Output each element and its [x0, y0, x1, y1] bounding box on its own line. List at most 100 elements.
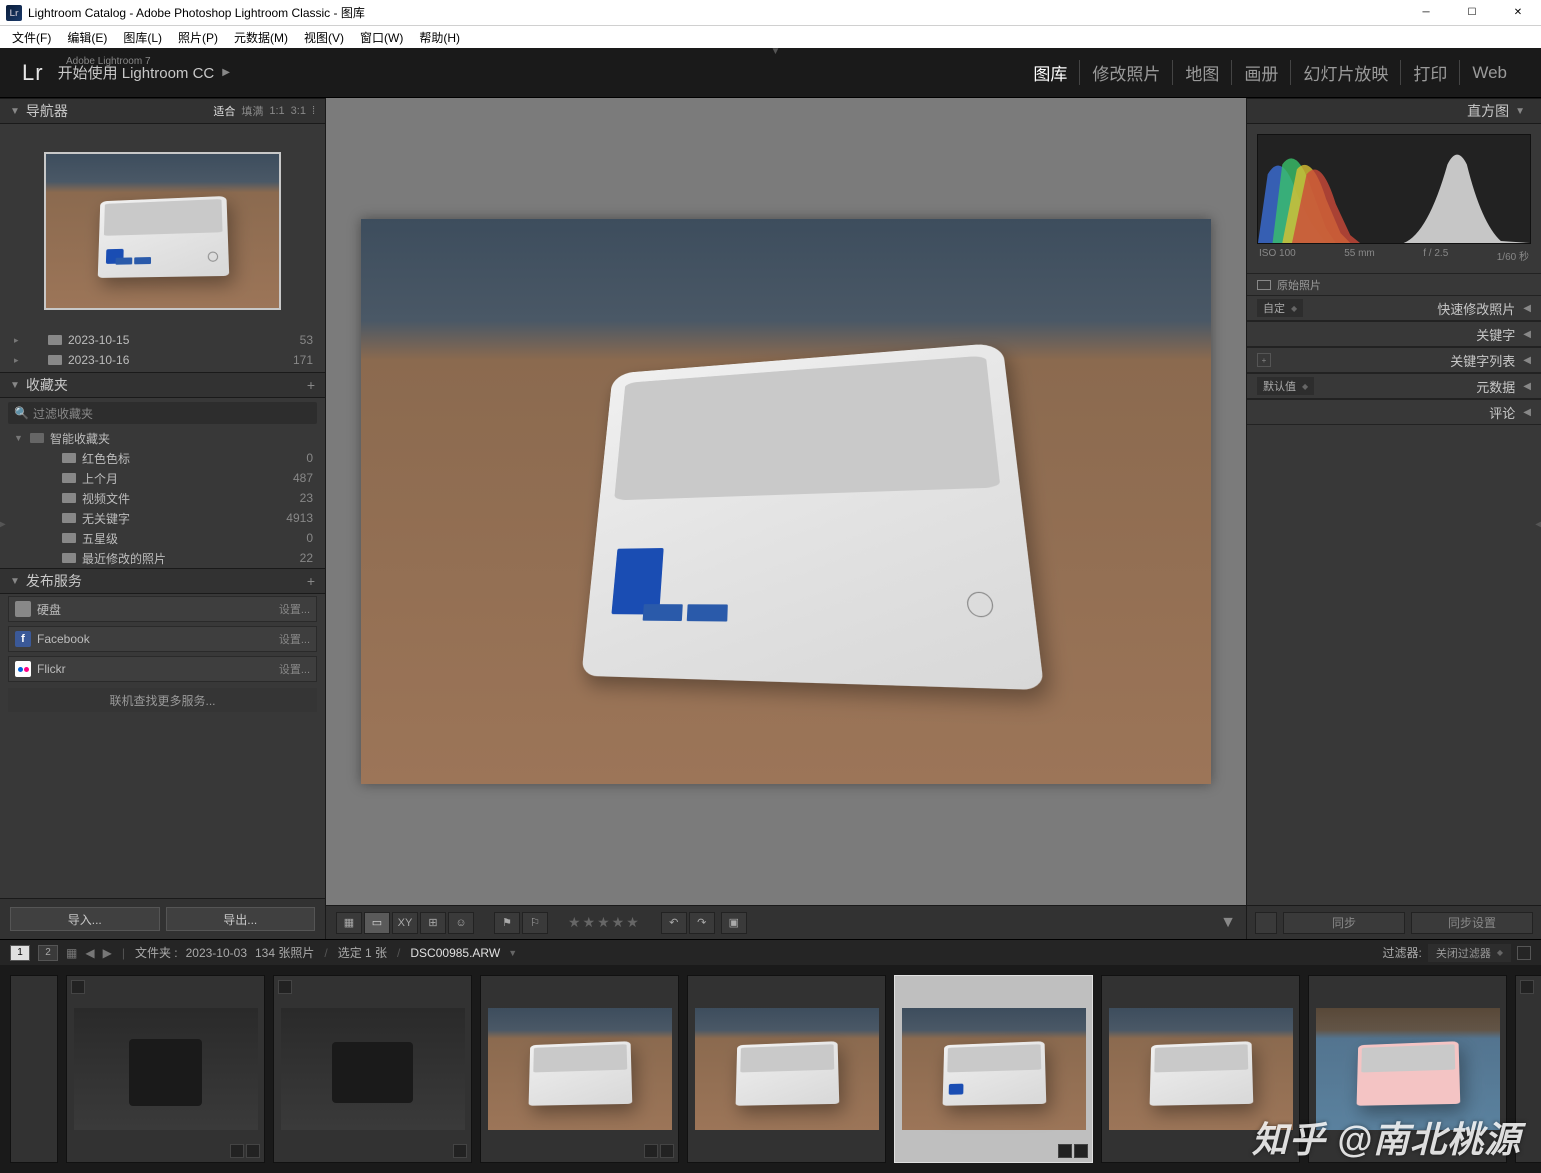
- main-photo[interactable]: [361, 219, 1211, 784]
- sync-settings-button[interactable]: 同步设置: [1411, 912, 1533, 934]
- add-collection-icon[interactable]: +: [307, 377, 315, 393]
- histo-iso: ISO 100: [1259, 248, 1296, 263]
- histogram-display[interactable]: [1257, 134, 1531, 244]
- folder-row[interactable]: ▸2023-10-16171: [0, 350, 325, 370]
- sync-button[interactable]: 同步: [1283, 912, 1405, 934]
- prev-button[interactable]: ◀: [85, 946, 94, 960]
- menu-help[interactable]: 帮助(H): [411, 27, 468, 48]
- filter-dropdown[interactable]: 关闭过滤器◆: [1428, 944, 1511, 962]
- menu-photo[interactable]: 照片(P): [170, 27, 226, 48]
- zoom-fill[interactable]: 填满: [241, 103, 263, 119]
- publish-service-hdd[interactable]: 硬盘设置...: [8, 596, 317, 622]
- smart-collections-row[interactable]: ▼智能收藏夹: [0, 428, 325, 448]
- module-develop[interactable]: 修改照片: [1080, 60, 1173, 85]
- folder-icon: [48, 335, 62, 345]
- grid-mini-icon[interactable]: ▦: [66, 946, 77, 960]
- folder-label: 2023-10-15: [68, 333, 129, 347]
- grid-view-button[interactable]: ▦: [336, 912, 362, 934]
- keywording-panel[interactable]: 关键字◀: [1247, 321, 1541, 347]
- keyword-list-panel[interactable]: +关键字列表◀: [1247, 347, 1541, 373]
- menu-library[interactable]: 图库(L): [115, 27, 170, 48]
- collection-row[interactable]: 视频文件23: [0, 488, 325, 508]
- people-view-button[interactable]: ☺: [448, 912, 474, 934]
- quick-develop-panel[interactable]: 自定◆快速修改照片◀: [1247, 295, 1541, 321]
- zoom-fit[interactable]: 适合: [213, 103, 235, 119]
- publish-setup-link[interactable]: 设置...: [279, 631, 310, 647]
- menu-metadata[interactable]: 元数据(M): [226, 27, 296, 48]
- filmstrip-thumb-selected[interactable]: [894, 975, 1093, 1163]
- menu-edit[interactable]: 编辑(E): [59, 27, 115, 48]
- monitor-1-button[interactable]: 1: [10, 945, 30, 961]
- monitor-2-button[interactable]: 2: [38, 945, 58, 961]
- survey-view-button[interactable]: ⊞: [420, 912, 446, 934]
- menu-view[interactable]: 视图(V): [296, 27, 352, 48]
- histogram-header[interactable]: 直方图 ▼: [1247, 98, 1541, 124]
- publish-setup-link[interactable]: 设置...: [279, 601, 310, 617]
- path-name[interactable]: 2023-10-03: [186, 946, 247, 960]
- folder-label: 2023-10-16: [68, 353, 129, 367]
- smart-icon: [62, 533, 76, 543]
- publish-setup-link[interactable]: 设置...: [279, 661, 310, 677]
- collections-header[interactable]: ▼ 收藏夹 +: [0, 372, 325, 398]
- filmstrip[interactable]: ▲ 知乎 @南北桃源: [0, 965, 1541, 1173]
- plus-icon[interactable]: +: [1257, 353, 1271, 367]
- slideshow-button[interactable]: ▣: [721, 912, 747, 934]
- collapse-right-icon[interactable]: ◀: [1535, 519, 1541, 530]
- current-filename[interactable]: DSC00985.ARW: [410, 946, 500, 960]
- folder-row[interactable]: ▸2023-10-1553: [0, 330, 325, 350]
- module-print[interactable]: 打印: [1401, 60, 1460, 85]
- metadata-panel[interactable]: 默认值◆元数据◀: [1247, 373, 1541, 399]
- collection-row[interactable]: 红色色标0: [0, 448, 325, 468]
- collection-row[interactable]: 无关键字4913: [0, 508, 325, 528]
- menu-window[interactable]: 窗口(W): [352, 27, 411, 48]
- search-icon: 🔍: [14, 406, 29, 420]
- module-slideshow[interactable]: 幻灯片放映: [1291, 60, 1401, 85]
- find-more-services-link[interactable]: 联机查找更多服务...: [8, 688, 317, 712]
- publish-header[interactable]: ▼ 发布服务 +: [0, 568, 325, 594]
- import-button[interactable]: 导入...: [10, 907, 160, 931]
- filmstrip-thumb[interactable]: [480, 975, 679, 1163]
- collection-row[interactable]: 五星级0: [0, 528, 325, 548]
- star-rating[interactable]: ★★★★★: [568, 914, 641, 931]
- flag-reject-button[interactable]: ⚐: [522, 912, 548, 934]
- filmstrip-thumb[interactable]: [273, 975, 472, 1163]
- collapse-left-icon[interactable]: ▶: [0, 519, 6, 530]
- compare-view-button[interactable]: XY: [392, 912, 418, 934]
- module-web[interactable]: Web: [1460, 63, 1519, 83]
- export-button[interactable]: 导出...: [166, 907, 316, 931]
- navigator-thumbnail[interactable]: [44, 152, 281, 310]
- module-map[interactable]: 地图: [1173, 60, 1232, 85]
- menu-file[interactable]: 文件(F): [4, 27, 59, 48]
- zoom-1-1[interactable]: 1:1: [269, 105, 284, 117]
- flag-pick-button[interactable]: ⚑: [494, 912, 520, 934]
- collapse-bottom-icon[interactable]: ▲: [771, 965, 781, 968]
- module-library[interactable]: 图库: [1021, 60, 1080, 85]
- publish-service-facebook[interactable]: fFacebook设置...: [8, 626, 317, 652]
- folder-count: 53: [300, 333, 313, 347]
- add-publish-icon[interactable]: +: [307, 573, 315, 589]
- filmstrip-thumb[interactable]: [687, 975, 886, 1163]
- publish-service-flickr[interactable]: Flickr设置...: [8, 656, 317, 682]
- next-button[interactable]: ▶: [103, 946, 112, 960]
- loupe-view-button[interactable]: ▭: [364, 912, 390, 934]
- module-book[interactable]: 画册: [1232, 60, 1291, 85]
- sync-toggle[interactable]: [1255, 912, 1277, 934]
- minimize-button[interactable]: ─: [1403, 0, 1449, 26]
- comments-panel[interactable]: 评论◀: [1247, 399, 1541, 425]
- filter-lock-icon[interactable]: [1517, 946, 1531, 960]
- collapse-top-icon[interactable]: ▼: [771, 46, 781, 57]
- rotate-cw-button[interactable]: ↷: [689, 912, 715, 934]
- filmstrip-thumb[interactable]: [66, 975, 265, 1163]
- maximize-button[interactable]: ☐: [1449, 0, 1495, 26]
- rotate-ccw-button[interactable]: ↶: [661, 912, 687, 934]
- filename-dropdown-icon[interactable]: ▼: [508, 948, 517, 958]
- collection-row[interactable]: 上个月487: [0, 468, 325, 488]
- navigator-header[interactable]: ▼ 导航器 适合 填满 1:1 3:1 ⁞: [0, 98, 325, 124]
- zoom-more-icon[interactable]: ⁞: [312, 105, 315, 117]
- filmstrip-thumb[interactable]: [10, 975, 58, 1163]
- collections-filter-input[interactable]: 🔍过滤收藏夹: [8, 402, 317, 424]
- zoom-3-1[interactable]: 3:1: [291, 105, 306, 117]
- close-button[interactable]: ✕: [1495, 0, 1541, 26]
- collection-row[interactable]: 最近修改的照片22: [0, 548, 325, 568]
- toolbar-options-icon[interactable]: ▼: [1220, 914, 1236, 932]
